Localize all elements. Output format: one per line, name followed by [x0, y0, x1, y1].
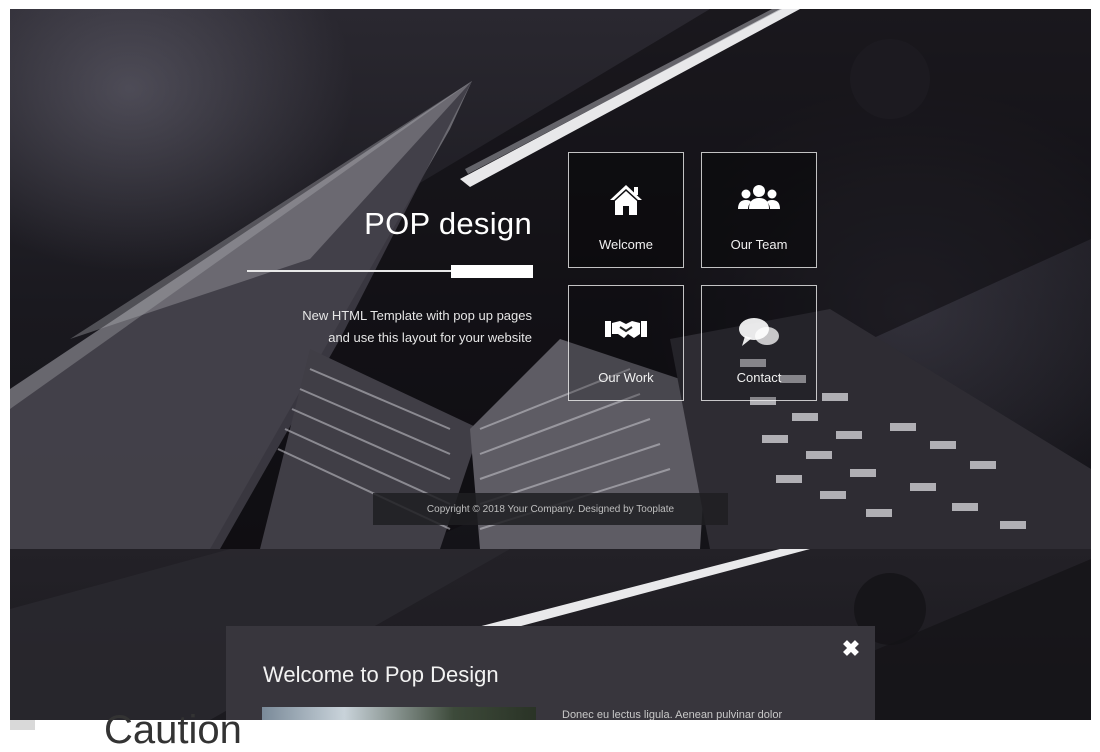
nav-tile-contact[interactable]: Contact — [701, 285, 817, 401]
footer-copyright: Copyright © 2018 Your Company. Designed … — [373, 493, 728, 525]
tagline: New HTML Template with pop up pages and … — [212, 305, 532, 349]
partial-page-heading: Caution — [104, 708, 242, 752]
chat-icon — [702, 316, 816, 352]
modal-body-text: Donec eu lectus ligula. Aenean pulvinar … — [562, 709, 783, 720]
nav-tile-label: Contact — [736, 370, 782, 385]
nav-tile-welcome[interactable]: Welcome — [568, 152, 684, 268]
users-icon — [702, 183, 816, 219]
nav-tile-our-work[interactable]: Our Work — [568, 285, 684, 401]
divider-line — [247, 270, 457, 272]
nav-tile-label: Our Work — [598, 370, 654, 385]
modal-screenshot-section: Welcome to Pop Design ✖ Donec eu lectus … — [10, 549, 1091, 720]
architecture-background-image — [10, 9, 1091, 549]
tagline-line-2: and use this layout for your website — [328, 330, 532, 345]
handshake-icon — [569, 316, 683, 352]
page-corner-mark — [10, 720, 35, 730]
modal-title: Welcome to Pop Design — [263, 662, 499, 687]
site-brand-title: POP design — [364, 206, 532, 241]
nav-tile-our-team[interactable]: Our Team — [701, 152, 817, 268]
divider-accent-bar — [451, 265, 533, 278]
modal-thumbnail-image — [262, 707, 536, 720]
tagline-line-1: New HTML Template with pop up pages — [302, 308, 532, 323]
welcome-modal: Welcome to Pop Design ✖ Donec eu lectus … — [226, 626, 875, 720]
nav-tile-label: Our Team — [730, 237, 788, 252]
nav-tile-label: Welcome — [599, 237, 653, 252]
hero-section: POP design New HTML Template with pop up… — [10, 9, 1091, 549]
home-icon — [569, 183, 683, 219]
close-button[interactable]: ✖ — [840, 638, 862, 660]
